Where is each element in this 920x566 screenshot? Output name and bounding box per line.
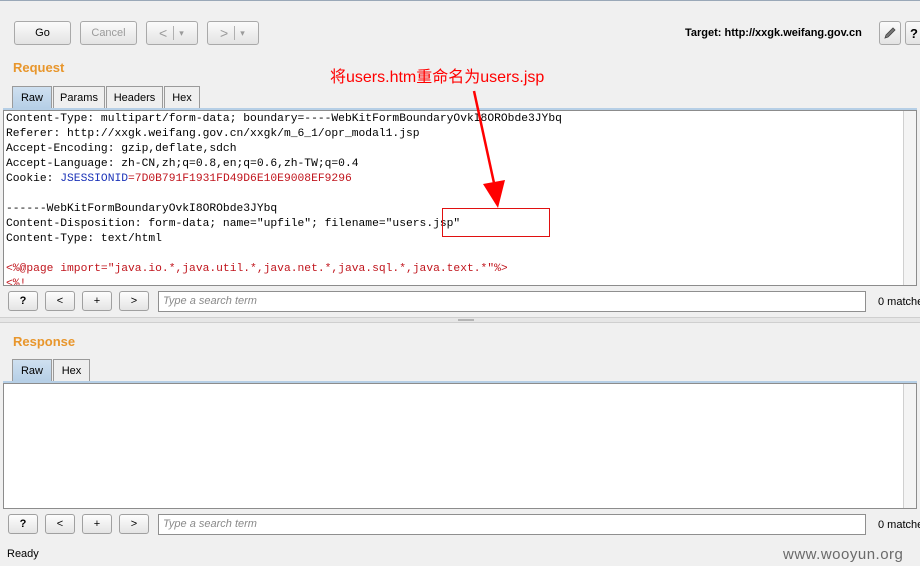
separator [173, 26, 175, 40]
request-match-count: 0 matches [878, 296, 920, 308]
tab-headers[interactable]: Headers [106, 86, 163, 108]
target-label: Target: http://xxgk.weifang.gov.cn [685, 27, 862, 39]
response-scrollbar[interactable] [903, 384, 916, 508]
watermark: www.wooyun.org [783, 546, 904, 563]
request-tabs: Raw Params Headers Hex [12, 86, 202, 108]
cookie-prefix: Cookie: [6, 173, 61, 185]
chevron-down-icon: ▾ [240, 27, 245, 38]
header-line: Accept-Language: zh-CN,zh;q=0.8,en;q=0.6… [6, 158, 359, 170]
request-next-button[interactable]: > [119, 291, 149, 311]
annotation-arrow-icon [472, 90, 505, 208]
header-line: Referer: http://xxgk.weifang.gov.cn/xxgk… [6, 128, 420, 140]
tab-raw[interactable]: Raw [12, 86, 52, 108]
pencil-icon [884, 27, 896, 39]
response-prev-button[interactable]: < [45, 514, 75, 534]
cookie-value: =7D0B791F1931FD49D6E10E9008EF9296 [128, 173, 352, 185]
request-help-button[interactable]: ? [8, 291, 38, 311]
response-search-input[interactable]: Type a search term [158, 514, 866, 535]
content-type-line: Content-Type: text/html [6, 233, 162, 245]
request-text[interactable]: Content-Type: multipart/form-data; bound… [4, 111, 916, 286]
header-line: Accept-Encoding: gzip,deflate,sdch [6, 143, 237, 155]
response-help-button[interactable]: ? [8, 514, 38, 534]
back-arrow-icon: < [159, 25, 168, 41]
tab-hex[interactable]: Hex [53, 359, 90, 381]
annotation-text: 将users.htm重命名为users.jsp [330, 69, 545, 86]
request-scrollbar[interactable] [903, 111, 916, 285]
back-button[interactable]: < ▾ [146, 21, 198, 45]
help-button[interactable]: ? [905, 21, 920, 45]
tab-params[interactable]: Params [53, 86, 105, 108]
splitter-grip [458, 319, 474, 321]
request-editor[interactable]: Content-Type: multipart/form-data; bound… [3, 110, 917, 286]
response-add-button[interactable]: + [82, 514, 112, 534]
disposition-prefix: Content-Disposition: form-data; name="up… [6, 218, 386, 230]
boundary-line: ------WebKitFormBoundaryOvkI8ORObde3JYbq [6, 203, 278, 215]
chevron-down-icon: ▾ [179, 27, 184, 38]
request-prev-button[interactable]: < [45, 291, 75, 311]
edit-target-button[interactable] [879, 21, 901, 45]
forward-button[interactable]: > ▾ [207, 21, 259, 45]
response-match-count: 0 matches [878, 519, 920, 531]
response-tabs: Raw Hex [12, 359, 92, 381]
separator [234, 26, 236, 40]
go-button[interactable]: Go [14, 21, 71, 45]
pane-splitter[interactable] [0, 317, 920, 323]
request-title: Request [13, 60, 65, 75]
status-text: Ready [7, 548, 39, 560]
jsp-next-line: <%! [6, 278, 27, 286]
tab-raw[interactable]: Raw [12, 359, 52, 381]
cancel-button[interactable]: Cancel [80, 21, 137, 45]
response-editor[interactable] [3, 383, 917, 509]
request-search-input[interactable]: Type a search term [158, 291, 866, 312]
response-title: Response [13, 334, 76, 349]
top-border [0, 0, 920, 5]
response-next-button[interactable]: > [119, 514, 149, 534]
jsp-line: <%@page import="java.io.*,java.util.*,ja… [6, 263, 508, 275]
forward-arrow-icon: > [220, 25, 229, 41]
cookie-name: JSESSIONID [60, 173, 129, 185]
tab-hex[interactable]: Hex [164, 86, 200, 108]
request-add-button[interactable]: + [82, 291, 112, 311]
